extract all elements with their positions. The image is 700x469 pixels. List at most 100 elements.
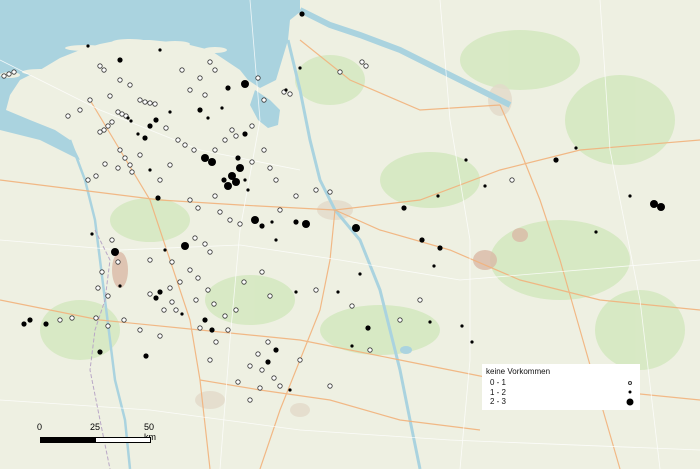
occurrence-mark-large (251, 216, 259, 224)
occurrence-mark-small (158, 48, 162, 52)
no-occurrence-mark (93, 173, 99, 179)
scale-bar: 0 25 50 km (34, 422, 156, 446)
no-occurrence-mark (97, 129, 103, 135)
no-occurrence-mark (177, 279, 183, 285)
scale-segment-white (95, 437, 151, 443)
occurrence-mark-large (208, 158, 216, 166)
no-occurrence-mark (157, 177, 163, 183)
legend-title: keine Vorkommen (486, 367, 551, 376)
occurrence-mark-small (126, 116, 130, 120)
no-occurrence-mark (367, 347, 373, 353)
occurrence-mark-medium (202, 317, 208, 323)
no-occurrence-mark (167, 285, 173, 291)
no-occurrence-mark (137, 327, 143, 333)
occurrence-mark-small (594, 230, 598, 234)
no-occurrence-mark (237, 221, 243, 227)
no-occurrence-mark (122, 155, 128, 161)
no-occurrence-mark (6, 71, 12, 77)
occurrence-mark-small (574, 146, 578, 150)
large-dot-icon (626, 398, 634, 406)
no-occurrence-mark (359, 59, 365, 65)
no-occurrence-mark (115, 165, 121, 171)
occurrence-mark-small (336, 290, 340, 294)
occurrence-mark-medium (265, 359, 271, 365)
occurrence-mark-small (483, 184, 487, 188)
no-occurrence-mark (241, 279, 247, 285)
no-occurrence-mark (222, 313, 228, 319)
no-occurrence-mark (163, 125, 169, 131)
no-occurrence-mark (212, 67, 218, 73)
legend-item-0-1: 0 - 1 (486, 378, 636, 388)
no-occurrence-mark (265, 339, 271, 345)
map-legend: keine Vorkommen 0 - 1 1 - 2 2 - 3 (482, 364, 640, 410)
no-occurrence-mark (1, 73, 7, 79)
no-occurrence-mark (182, 142, 188, 148)
no-occurrence-mark (205, 287, 211, 293)
occurrence-mark-large (302, 220, 310, 228)
occurrence-mark-medium (155, 195, 161, 201)
no-occurrence-mark (327, 383, 333, 389)
occurrence-mark-large (111, 248, 119, 256)
occurrence-mark-medium (259, 223, 265, 229)
no-occurrence-mark (93, 315, 99, 321)
occurrence-mark-medium (242, 131, 248, 137)
no-occurrence-mark (247, 397, 253, 403)
no-occurrence-mark (229, 127, 235, 133)
no-occurrence-mark (147, 291, 153, 297)
occurrence-mark-medium (293, 219, 299, 225)
no-occurrence-mark (101, 67, 107, 73)
no-occurrence-mark (217, 209, 223, 215)
no-occurrence-mark (417, 297, 423, 303)
no-occurrence-mark (102, 161, 108, 167)
occurrence-mark-medium (153, 117, 159, 123)
no-occurrence-mark (397, 317, 403, 323)
no-occurrence-mark (105, 323, 111, 329)
occurrence-mark-small (180, 312, 184, 316)
no-occurrence-mark (233, 307, 239, 313)
no-occurrence-mark (213, 339, 219, 345)
occurrence-mark-medium (209, 327, 215, 333)
no-occurrence-mark (193, 297, 199, 303)
occurrence-mark-medium (365, 325, 371, 331)
occurrence-mark-large (352, 224, 360, 232)
occurrence-mark-small (168, 110, 172, 114)
no-occurrence-mark (235, 379, 241, 385)
occurrence-mark-medium (143, 353, 149, 359)
occurrence-mark-medium (153, 295, 159, 301)
no-occurrence-mark (191, 147, 197, 153)
small-dot-icon (628, 390, 632, 394)
no-occurrence-mark (261, 147, 267, 153)
map-view[interactable]: keine Vorkommen 0 - 1 1 - 2 2 - 3 0 25 5… (0, 0, 700, 469)
no-occurrence-mark (137, 97, 143, 103)
occurrence-mark-small (243, 178, 247, 182)
occurrence-mark-small (118, 284, 122, 288)
no-occurrence-mark (11, 69, 17, 75)
occurrence-mark-small (428, 320, 432, 324)
no-occurrence-mark (313, 187, 319, 193)
no-occurrence-mark (233, 133, 239, 139)
occurrence-mark-large (201, 154, 209, 162)
occurrence-mark-small (436, 194, 440, 198)
no-occurrence-mark (247, 363, 253, 369)
occurrence-mark-small (163, 248, 167, 252)
occurrence-mark-medium (147, 123, 153, 129)
occurrence-mark-large (232, 178, 240, 186)
no-occurrence-mark (277, 207, 283, 213)
occurrence-mark-medium (157, 289, 163, 295)
no-occurrence-mark (195, 205, 201, 211)
no-occurrence-mark (225, 327, 231, 333)
no-occurrence-mark (167, 162, 173, 168)
occurrence-mark-small (358, 272, 362, 276)
no-occurrence-mark (197, 75, 203, 81)
no-occurrence-mark (95, 285, 101, 291)
no-occurrence-mark (249, 123, 255, 129)
no-occurrence-mark (161, 307, 167, 313)
no-occurrence-mark (249, 159, 255, 165)
legend-item-1-2: 1 - 2 (486, 388, 636, 398)
occurrence-mark-medium (273, 347, 279, 353)
no-occurrence-mark (287, 91, 293, 97)
occurrence-mark-medium (142, 135, 148, 141)
occurrence-mark-small (460, 324, 464, 328)
no-occurrence-mark (277, 383, 283, 389)
no-occurrence-mark (77, 107, 83, 113)
